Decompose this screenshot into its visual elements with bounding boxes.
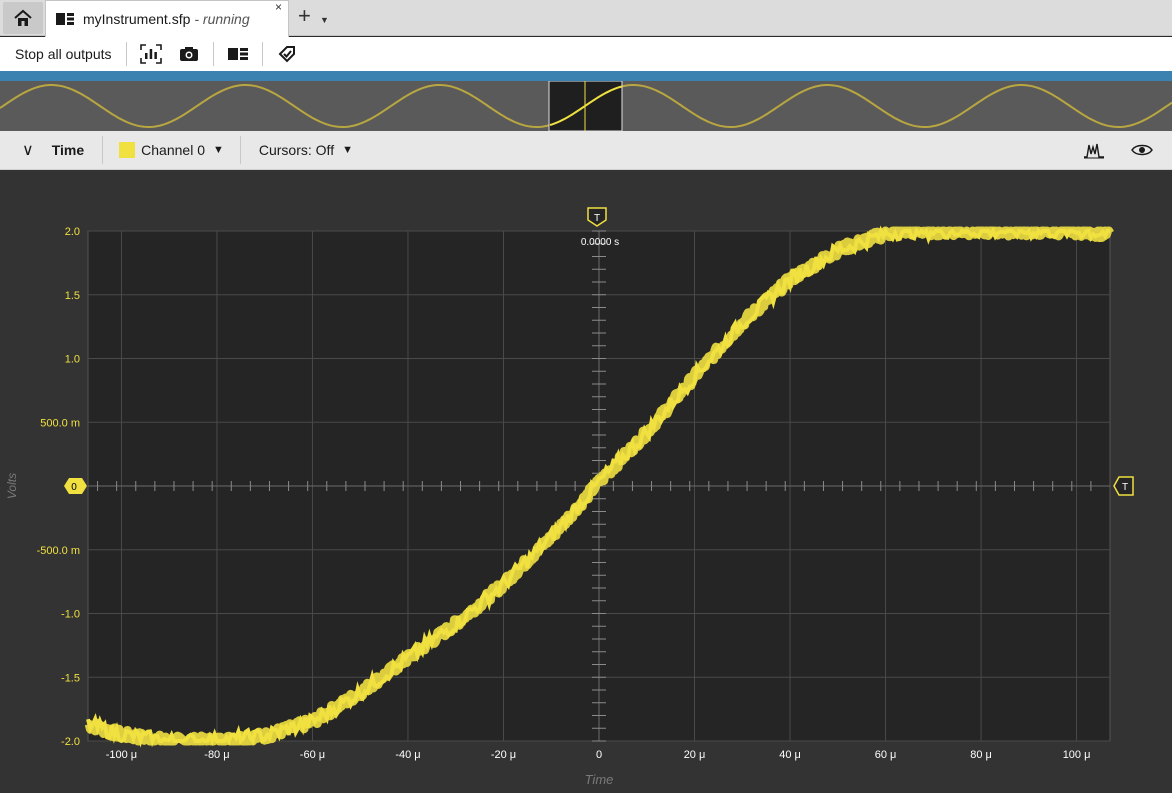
tab-document[interactable]: myInstrument.sfp - running (45, 0, 289, 37)
cursors-select-label[interactable]: Cursors: Off (259, 142, 334, 158)
x-axis-label: Time (585, 772, 614, 787)
x-tick-label: -80 μ (204, 749, 229, 761)
toolbar-divider (261, 42, 263, 66)
visibility-button[interactable] (1122, 136, 1162, 164)
toolbar-divider (212, 42, 214, 66)
toolbar: Stop all outputs (0, 37, 1172, 71)
trigger-level-marker-label: T (1122, 482, 1128, 493)
header-divider (239, 136, 241, 164)
y-tick-label: 500.0 m (40, 417, 80, 429)
stop-all-outputs-button[interactable]: Stop all outputs (15, 46, 112, 62)
x-tick-labels: -100 μ -80 μ -60 μ -40 μ -20 μ 0 20 μ 40 μ 60 μ 8… (106, 749, 1091, 761)
collapse-icon[interactable]: ∨ (22, 140, 34, 160)
cursors-dropdown-icon[interactable]: ▼ (342, 144, 353, 156)
tag-button[interactable] (273, 40, 301, 68)
x-tick-label: -20 μ (491, 749, 516, 761)
home-button[interactable] (3, 2, 43, 34)
x-tick-label: -100 μ (106, 749, 137, 761)
new-tab-menu-icon[interactable]: ▼ (320, 15, 329, 25)
trigger-level-marker[interactable]: T (1113, 476, 1134, 496)
spectrum-icon (1084, 143, 1104, 159)
y-tick-label: 1.0 (65, 354, 80, 366)
waveform-overview[interactable] (0, 80, 1172, 132)
x-tick-label: 80 μ (970, 749, 992, 761)
y-tick-label: 2.0 (65, 226, 80, 238)
plot-area: 2.0 1.5 1.0 500.0 m 0 -500.0 m -1.0 -1.5 -2.0 -1… (0, 170, 1172, 793)
x-tick-label: -40 μ (395, 749, 420, 761)
tab-document-status: - running (194, 11, 250, 27)
home-icon (14, 9, 32, 26)
trigger-time-marker-label: T (594, 213, 600, 224)
x-tick-label: 20 μ (684, 749, 706, 761)
graph-title: Time (51, 142, 85, 158)
camera-icon (179, 47, 198, 61)
eye-icon (1131, 144, 1153, 156)
tab-bar: myInstrument.sfp - running × + ▼ (0, 0, 1172, 37)
x-tick-label: 0 (596, 749, 602, 761)
app-window: myInstrument.sfp - running × + ▼ Stop al… (0, 0, 1172, 793)
toolbar-divider (125, 42, 127, 66)
y-tick-label: -2.0 (61, 736, 80, 748)
close-icon[interactable]: × (275, 0, 282, 14)
y-tick-label: -1.5 (61, 672, 80, 684)
screenshot-button[interactable] (175, 40, 203, 68)
channel-dropdown-icon[interactable]: ▼ (213, 144, 224, 156)
trigger-time-readout: 0.0000 s (581, 237, 619, 248)
channel-offset-marker[interactable]: 0 (64, 478, 87, 494)
time-chart[interactable]: 2.0 1.5 1.0 500.0 m 0 -500.0 m -1.0 -1.5 -2.0 -1… (0, 170, 1172, 793)
y-tick-label: -1.0 (61, 609, 80, 621)
capture-icon (139, 44, 162, 64)
capture-button[interactable] (137, 40, 165, 68)
header-divider (102, 136, 104, 164)
tab-document-label: myInstrument.sfp (83, 11, 191, 27)
channel-select-label[interactable]: Channel 0 (141, 142, 205, 158)
x-tick-label: 40 μ (779, 749, 801, 761)
trigger-time-marker[interactable]: T (587, 207, 607, 227)
tag-icon (278, 46, 295, 63)
y-tick-label: -500.0 m (37, 545, 80, 557)
layout-button[interactable] (224, 40, 252, 68)
channel-offset-marker-label: 0 (71, 482, 77, 493)
accent-strip (0, 71, 1172, 81)
graph-header: ∨ Time Channel 0 ▼ Cursors: Off ▼ (0, 131, 1172, 170)
x-tick-label: 100 μ (1063, 749, 1091, 761)
graph-header-actions (1074, 131, 1172, 169)
y-axis-label: Volts (5, 473, 19, 499)
x-tick-label: 60 μ (875, 749, 897, 761)
spectrum-button[interactable] (1074, 136, 1114, 164)
x-tick-label: -60 μ (300, 749, 325, 761)
new-tab-button[interactable]: + (298, 5, 311, 27)
channel-color-swatch (119, 142, 136, 158)
layout-icon (227, 48, 248, 60)
y-tick-label: 1.5 (65, 290, 80, 302)
instrument-icon (56, 13, 74, 25)
